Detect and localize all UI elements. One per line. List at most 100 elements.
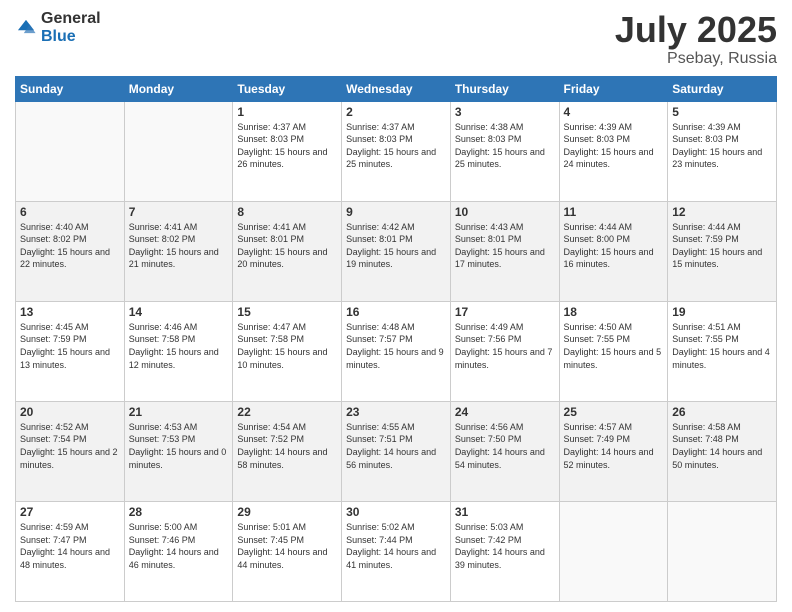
- day-number: 30: [346, 505, 446, 519]
- logo-text: General Blue: [41, 10, 101, 45]
- title-location: Psebay, Russia: [615, 50, 777, 68]
- day-info: Sunrise: 4:57 AMSunset: 7:49 PMDaylight:…: [564, 421, 664, 471]
- day-number: 12: [672, 205, 772, 219]
- table-row: 14Sunrise: 4:46 AMSunset: 7:58 PMDayligh…: [124, 301, 233, 401]
- day-info: Sunrise: 4:53 AMSunset: 7:53 PMDaylight:…: [129, 421, 229, 471]
- table-row: 26 Sunrise: 4:58 AMSunset: 7:48 PMDayligh…: [668, 401, 777, 501]
- table-row: 31 Sunrise: 5:03 AMSunset: 7:42 PMDayligh…: [450, 501, 559, 601]
- day-info: Sunrise: 4:51 AMSunset: 7:55 PMDaylight:…: [672, 321, 772, 371]
- day-number: 8: [237, 205, 337, 219]
- table-row: [16, 101, 125, 201]
- calendar-week-row: 6 Sunrise: 4:40 AMSunset: 8:02 PMDaylight…: [16, 201, 777, 301]
- logo-icon: [15, 17, 37, 39]
- table-row: 30 Sunrise: 5:02 AMSunset: 7:44 PMDayligh…: [342, 501, 451, 601]
- header: General Blue July 2025 Psebay, Russia: [15, 10, 777, 68]
- day-number: 7: [129, 205, 229, 219]
- table-row: 12Sunrise: 4:44 AMSunset: 7:59 PMDayligh…: [668, 201, 777, 301]
- table-row: [124, 101, 233, 201]
- day-number: 17: [455, 305, 555, 319]
- day-number: 5: [672, 105, 772, 119]
- day-number: 15: [237, 305, 337, 319]
- day-number: 11: [564, 205, 664, 219]
- table-row: 16 Sunrise: 4:48 AMSunset: 7:57 PMDayligh…: [342, 301, 451, 401]
- table-row: 23Sunrise: 4:55 AMSunset: 7:51 PMDayligh…: [342, 401, 451, 501]
- day-info: Sunrise: 4:52 AMSunset: 7:54 PMDaylight:…: [20, 421, 120, 471]
- day-number: 23: [346, 405, 446, 419]
- day-info: Sunrise: 5:02 AMSunset: 7:44 PMDaylight:…: [346, 521, 446, 571]
- header-sunday: Sunday: [16, 76, 125, 101]
- table-row: 11 Sunrise: 4:44 AMSunset: 8:00 PMDayligh…: [559, 201, 668, 301]
- day-info: Sunrise: 4:59 AMSunset: 7:47 PMDaylight:…: [20, 521, 120, 571]
- logo-blue: Blue: [41, 28, 101, 46]
- title-block: July 2025 Psebay, Russia: [615, 10, 777, 68]
- day-info: Sunrise: 4:50 AMSunset: 7:55 PMDaylight:…: [564, 321, 664, 371]
- day-number: 29: [237, 505, 337, 519]
- day-number: 13: [20, 305, 120, 319]
- table-row: 27 Sunrise: 4:59 AMSunset: 7:47 PMDayligh…: [16, 501, 125, 601]
- table-row: 3 Sunrise: 4:38 AMSunset: 8:03 PMDaylight…: [450, 101, 559, 201]
- day-info: Sunrise: 4:38 AMSunset: 8:03 PMDaylight:…: [455, 121, 555, 171]
- day-info: Sunrise: 5:00 AMSunset: 7:46 PMDaylight:…: [129, 521, 229, 571]
- table-row: 29Sunrise: 5:01 AMSunset: 7:45 PMDayligh…: [233, 501, 342, 601]
- header-tuesday: Tuesday: [233, 76, 342, 101]
- table-row: 17 Sunrise: 4:49 AMSunset: 7:56 PMDayligh…: [450, 301, 559, 401]
- calendar-table: Sunday Monday Tuesday Wednesday Thursday…: [15, 76, 777, 602]
- day-number: 4: [564, 105, 664, 119]
- day-number: 31: [455, 505, 555, 519]
- day-number: 22: [237, 405, 337, 419]
- day-number: 24: [455, 405, 555, 419]
- day-number: 6: [20, 205, 120, 219]
- day-info: Sunrise: 4:44 AMSunset: 8:00 PMDaylight:…: [564, 221, 664, 271]
- calendar-week-row: 13 Sunrise: 4:45 AMSunset: 7:59 PMDayligh…: [16, 301, 777, 401]
- day-info: Sunrise: 4:40 AMSunset: 8:02 PMDaylight:…: [20, 221, 120, 271]
- title-month: July 2025: [615, 10, 777, 50]
- day-info: Sunrise: 4:47 AMSunset: 7:58 PMDaylight:…: [237, 321, 337, 371]
- day-number: 28: [129, 505, 229, 519]
- header-thursday: Thursday: [450, 76, 559, 101]
- day-number: 18: [564, 305, 664, 319]
- header-wednesday: Wednesday: [342, 76, 451, 101]
- day-info: Sunrise: 4:46 AMSunset: 7:58 PMDaylight:…: [129, 321, 229, 371]
- day-number: 3: [455, 105, 555, 119]
- day-info: Sunrise: 4:49 AMSunset: 7:56 PMDaylight:…: [455, 321, 555, 371]
- day-number: 10: [455, 205, 555, 219]
- day-info: Sunrise: 4:45 AMSunset: 7:59 PMDaylight:…: [20, 321, 120, 371]
- header-friday: Friday: [559, 76, 668, 101]
- header-saturday: Saturday: [668, 76, 777, 101]
- header-monday: Monday: [124, 76, 233, 101]
- day-info: Sunrise: 4:41 AMSunset: 8:01 PMDaylight:…: [237, 221, 337, 271]
- day-number: 26: [672, 405, 772, 419]
- page: General Blue July 2025 Psebay, Russia Su…: [0, 0, 792, 612]
- day-info: Sunrise: 5:03 AMSunset: 7:42 PMDaylight:…: [455, 521, 555, 571]
- table-row: 1Sunrise: 4:37 AMSunset: 8:03 PMDaylight…: [233, 101, 342, 201]
- logo: General Blue: [15, 10, 101, 45]
- table-row: 21 Sunrise: 4:53 AMSunset: 7:53 PMDayligh…: [124, 401, 233, 501]
- calendar-week-row: 1Sunrise: 4:37 AMSunset: 8:03 PMDaylight…: [16, 101, 777, 201]
- table-row: 7 Sunrise: 4:41 AMSunset: 8:02 PMDaylight…: [124, 201, 233, 301]
- calendar-header-row: Sunday Monday Tuesday Wednesday Thursday…: [16, 76, 777, 101]
- day-info: Sunrise: 4:39 AMSunset: 8:03 PMDaylight:…: [672, 121, 772, 171]
- day-number: 2: [346, 105, 446, 119]
- table-row: 19 Sunrise: 4:51 AMSunset: 7:55 PMDayligh…: [668, 301, 777, 401]
- day-info: Sunrise: 4:42 AMSunset: 8:01 PMDaylight:…: [346, 221, 446, 271]
- day-info: Sunrise: 4:37 AMSunset: 8:03 PMDaylight:…: [346, 121, 446, 171]
- table-row: 8 Sunrise: 4:41 AMSunset: 8:01 PMDaylight…: [233, 201, 342, 301]
- table-row: 2 Sunrise: 4:37 AMSunset: 8:03 PMDaylight…: [342, 101, 451, 201]
- day-number: 16: [346, 305, 446, 319]
- day-info: Sunrise: 4:48 AMSunset: 7:57 PMDaylight:…: [346, 321, 446, 371]
- day-number: 21: [129, 405, 229, 419]
- table-row: 10 Sunrise: 4:43 AMSunset: 8:01 PMDayligh…: [450, 201, 559, 301]
- day-info: Sunrise: 4:58 AMSunset: 7:48 PMDaylight:…: [672, 421, 772, 471]
- day-info: Sunrise: 4:54 AMSunset: 7:52 PMDaylight:…: [237, 421, 337, 471]
- day-number: 20: [20, 405, 120, 419]
- day-info: Sunrise: 4:43 AMSunset: 8:01 PMDaylight:…: [455, 221, 555, 271]
- table-row: 25Sunrise: 4:57 AMSunset: 7:49 PMDayligh…: [559, 401, 668, 501]
- day-number: 27: [20, 505, 120, 519]
- table-row: 13 Sunrise: 4:45 AMSunset: 7:59 PMDayligh…: [16, 301, 125, 401]
- table-row: 22 Sunrise: 4:54 AMSunset: 7:52 PMDayligh…: [233, 401, 342, 501]
- day-number: 19: [672, 305, 772, 319]
- day-info: Sunrise: 4:41 AMSunset: 8:02 PMDaylight:…: [129, 221, 229, 271]
- table-row: 20 Sunrise: 4:52 AMSunset: 7:54 PMDayligh…: [16, 401, 125, 501]
- table-row: 5 Sunrise: 4:39 AMSunset: 8:03 PMDaylight…: [668, 101, 777, 201]
- table-row: 28 Sunrise: 5:00 AMSunset: 7:46 PMDayligh…: [124, 501, 233, 601]
